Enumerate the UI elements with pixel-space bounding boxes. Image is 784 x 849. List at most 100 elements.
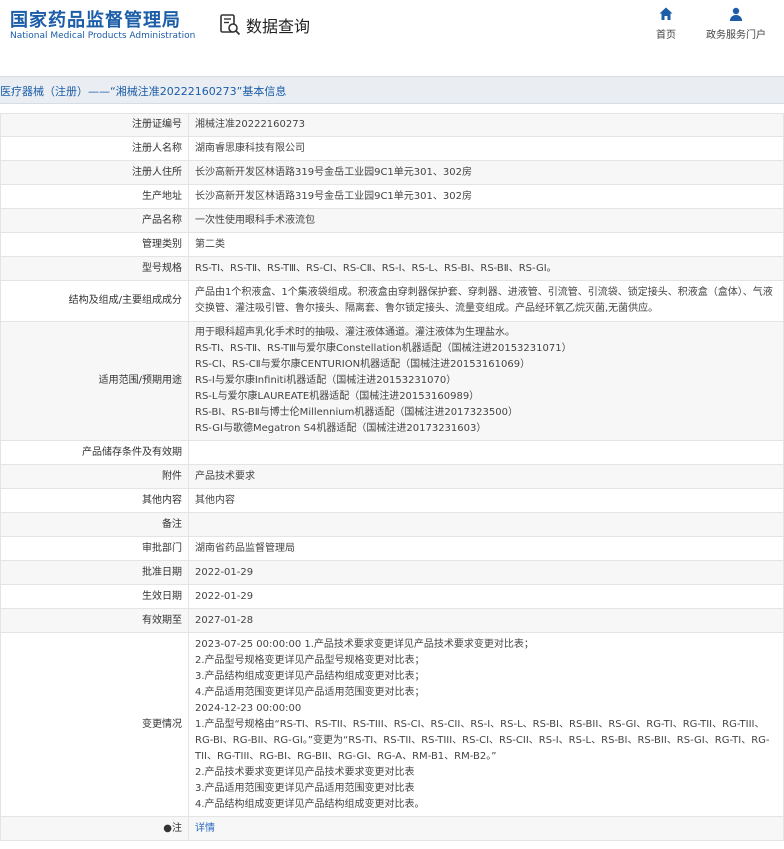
table-row: 适用范围/预期用途 用于眼科超声乳化手术时的抽吸、灌注液体通道。灌注液体为生理盐… bbox=[0, 321, 784, 441]
value-line: 2024-12-23 00:00:00 bbox=[195, 702, 302, 714]
value-line: 用于眼科超声乳化手术时的抽吸、灌注液体通道。灌注液体为生理盐水。 bbox=[195, 327, 515, 338]
value-line: 2.产品技术要求变更详见产品技术要求变更对比表 bbox=[195, 766, 415, 778]
value-line: 一次性使用眼科手术液流包 bbox=[195, 214, 315, 226]
table-row: 产品储存条件及有效期 bbox=[0, 440, 784, 465]
nav-home-label: 首页 bbox=[656, 30, 676, 41]
row-label: 产品名称 bbox=[0, 208, 189, 233]
value-line: RS-L与爱尔康LAUREATE机器适配（国械注进20153160989） bbox=[195, 391, 480, 402]
breadcrumb-bar: 医疗器械（注册）——“湘械注准20222160273”基本信息 bbox=[0, 76, 784, 104]
row-value: 2023-07-25 00:00:00 1.产品技术要求变更详见产品技术要求变更… bbox=[188, 632, 784, 817]
row-label: 型号规格 bbox=[0, 256, 189, 281]
value-line: RS-BⅠ、RS-BⅡ与博士伦Millennium机器适配（国械注进201732… bbox=[195, 407, 518, 418]
site-logo-en[interactable]: National Medical Products Administration bbox=[10, 31, 195, 41]
value-line: 2027-01-28 bbox=[195, 614, 254, 626]
nav-portal-label: 政务服务门户 bbox=[706, 30, 766, 41]
nav-home-button[interactable]: 首页 bbox=[652, 6, 680, 41]
row-label: 生产地址 bbox=[0, 184, 189, 209]
data-query-icon bbox=[220, 14, 241, 36]
value-line: 2022-01-29 bbox=[195, 566, 254, 578]
detail-table: 注册证编号 湘械注准20222160273 注册人名称 湖南睿思康科技有限公司 … bbox=[0, 113, 784, 841]
value-line: 2023-07-25 00:00:00 1.产品技术要求变更详见产品技术要求变更… bbox=[195, 638, 534, 650]
breadcrumb: 医疗器械（注册）——“湘械注准20222160273”基本信息 bbox=[0, 85, 287, 98]
data-query-title[interactable]: 数据查询 bbox=[218, 12, 310, 38]
row-value: 2027-01-28 bbox=[188, 608, 784, 633]
row-label: 有效期至 bbox=[0, 608, 189, 633]
value-line: 第二类 bbox=[195, 238, 225, 250]
value-line: 3.产品适用范围变更详见产品适用范围变更对比表 bbox=[195, 782, 415, 794]
row-label: 注册证编号 bbox=[0, 113, 189, 137]
value-line: RS-Ⅰ与爱尔康Infiniti机器适配（国械注进20153231070） bbox=[195, 375, 457, 386]
row-value: 其他内容 bbox=[188, 488, 784, 513]
table-row: 注册人名称 湖南睿思康科技有限公司 bbox=[0, 136, 784, 161]
value-line: 产品由1个积液盒、1个集液袋组成。积液盒由穿刺器保护套、穿刺器、进液管、引流管、… bbox=[195, 287, 773, 314]
table-row: 注册人住所 长沙高新开发区林语路319号金岳工业园9C1单元301、302房 bbox=[0, 160, 784, 185]
value-line: 湖南睿思康科技有限公司 bbox=[195, 142, 305, 154]
value-line: 产品技术要求 bbox=[195, 470, 255, 482]
nav-portal-button[interactable]: 政务服务门户 bbox=[704, 6, 768, 41]
table-row: ●注 详情 bbox=[0, 816, 784, 841]
row-value: 用于眼科超声乳化手术时的抽吸、灌注液体通道。灌注液体为生理盐水。 RS-TⅠ、R… bbox=[188, 321, 784, 441]
value-line: 长沙高新开发区林语路319号金岳工业园9C1单元301、302房 bbox=[195, 166, 472, 178]
row-label: 管理类别 bbox=[0, 232, 189, 257]
table-row: 产品名称 一次性使用眼科手术液流包 bbox=[0, 208, 784, 233]
row-value: 2022-01-29 bbox=[188, 584, 784, 609]
row-value: 湖南睿思康科技有限公司 bbox=[188, 136, 784, 161]
value-line: 2022-01-29 bbox=[195, 590, 254, 602]
table-row: 变更情况 2023-07-25 00:00:00 1.产品技术要求变更详见产品技… bbox=[0, 632, 784, 817]
row-value: 一次性使用眼科手术液流包 bbox=[188, 208, 784, 233]
site-header: 国家药品监督管理局 National Medical Products Admi… bbox=[0, 0, 784, 60]
table-row: 管理类别 第二类 bbox=[0, 232, 784, 257]
row-value: 长沙高新开发区林语路319号金岳工业园9C1单元301、302房 bbox=[188, 160, 784, 185]
table-row: 结构及组成/主要组成成分 产品由1个积液盒、1个集液袋组成。积液盒由穿刺器保护套… bbox=[0, 280, 784, 322]
note-value-cell: 详情 bbox=[188, 816, 784, 841]
value-line: 长沙高新开发区林语路319号金岳工业园9C1单元301、302房 bbox=[195, 190, 472, 202]
row-label: 其他内容 bbox=[0, 488, 189, 513]
value-line: RS-GⅠ与歌德Megatron S4机器适配（国械注进20173231603） bbox=[195, 423, 487, 434]
row-label: 变更情况 bbox=[0, 632, 189, 817]
home-icon bbox=[659, 7, 673, 20]
table-row: 型号规格 RS-TⅠ、RS-TⅡ、RS-TⅢ、RS-CⅠ、RS-CⅡ、RS-Ⅰ、… bbox=[0, 256, 784, 281]
row-value: 第二类 bbox=[188, 232, 784, 257]
value-line: RS-TⅠ、RS-TⅡ、RS-TⅢ、RS-CⅠ、RS-CⅡ、RS-Ⅰ、RS-L、… bbox=[195, 262, 557, 274]
note-label: 注 bbox=[172, 822, 182, 834]
row-label: 备注 bbox=[0, 512, 189, 537]
row-value: 湘械注准20222160273 bbox=[188, 113, 784, 137]
row-label: 批准日期 bbox=[0, 560, 189, 585]
note-label-cell: ●注 bbox=[0, 816, 189, 841]
row-value: 产品由1个积液盒、1个集液袋组成。积液盒由穿刺器保护套、穿刺器、进液管、引流管、… bbox=[188, 280, 784, 322]
row-label: 注册人名称 bbox=[0, 136, 189, 161]
row-label: 结构及组成/主要组成成分 bbox=[0, 280, 189, 322]
value-line: 2.产品型号规格变更详见产品型号规格变更对比表； bbox=[195, 654, 425, 666]
table-row: 有效期至 2027-01-28 bbox=[0, 608, 784, 633]
site-logo-cn[interactable]: 国家药品监督管理局 bbox=[10, 6, 181, 32]
row-label: 注册人住所 bbox=[0, 160, 189, 185]
value-line: 4.产品适用范围变更详见产品适用范围变更对比表； bbox=[195, 686, 425, 698]
detail-link[interactable]: 详情 bbox=[195, 823, 215, 834]
table-row: 生产地址 长沙高新开发区林语路319号金岳工业园9C1单元301、302房 bbox=[0, 184, 784, 209]
value-line: 3.产品结构组成变更详见产品结构组成变更对比表； bbox=[195, 670, 425, 682]
table-row: 批准日期 2022-01-29 bbox=[0, 560, 784, 585]
value-line: 湖南省药品监督管理局 bbox=[195, 542, 295, 554]
table-row: 附件 产品技术要求 bbox=[0, 464, 784, 489]
row-value: RS-TⅠ、RS-TⅡ、RS-TⅢ、RS-CⅠ、RS-CⅡ、RS-Ⅰ、RS-L、… bbox=[188, 256, 784, 281]
row-value: 湖南省药品监督管理局 bbox=[188, 536, 784, 561]
row-value: 2022-01-29 bbox=[188, 560, 784, 585]
row-value: 长沙高新开发区林语路319号金岳工业园9C1单元301、302房 bbox=[188, 184, 784, 209]
value-line: 其他内容 bbox=[195, 494, 235, 506]
row-label: 适用范围/预期用途 bbox=[0, 321, 189, 441]
row-value bbox=[188, 512, 784, 537]
row-label: 附件 bbox=[0, 464, 189, 489]
data-query-label: 数据查询 bbox=[246, 17, 311, 36]
user-icon bbox=[729, 7, 743, 21]
value-line: 湘械注准20222160273 bbox=[195, 119, 305, 130]
value-line: 4.产品结构组成变更详见产品结构组成变更对比表。 bbox=[195, 798, 425, 810]
table-row: 其他内容 其他内容 bbox=[0, 488, 784, 513]
row-label: 产品储存条件及有效期 bbox=[0, 440, 189, 465]
row-value: 产品技术要求 bbox=[188, 464, 784, 489]
table-row: 生效日期 2022-01-29 bbox=[0, 584, 784, 609]
value-line: 1.产品型号规格由“RS-TI、RS-TII、RS-TIII、RS-CI、RS-… bbox=[195, 718, 770, 762]
value-line: RS-TⅠ、RS-TⅡ、RS-TⅢ与爱尔康Constellation机器适配（国… bbox=[195, 343, 572, 354]
lightbulb-icon: ● bbox=[163, 822, 172, 834]
table-row: 注册证编号 湘械注准20222160273 bbox=[0, 113, 784, 137]
value-line: RS-CⅠ、RS-CⅡ与爱尔康CENTURION机器适配（国械注进2015316… bbox=[195, 359, 531, 370]
